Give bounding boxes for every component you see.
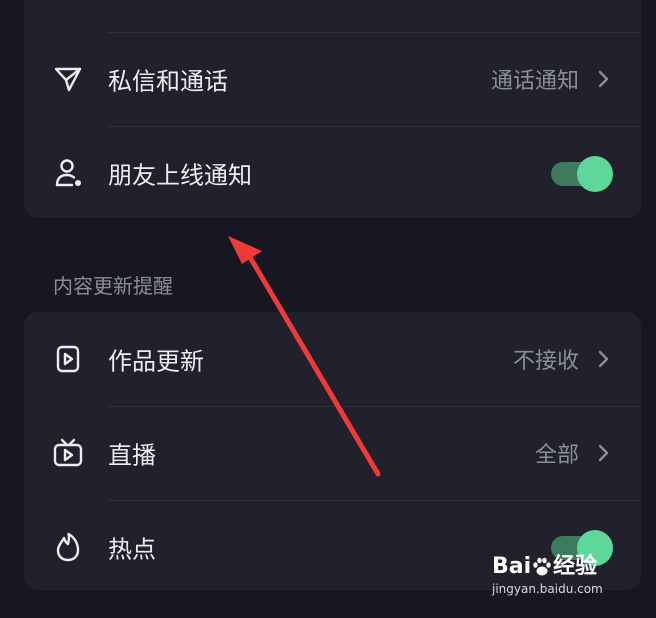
- watermark-brand-right: 经验: [553, 554, 598, 579]
- chevron-right-icon: [595, 67, 611, 91]
- watermark-url: jingyan.baidu.com: [492, 582, 603, 596]
- row-direct-messages-calls[interactable]: 私信和通话 通话通知: [24, 32, 641, 126]
- toggle-knob: [577, 156, 613, 192]
- row-label: 朋友上线通知: [108, 161, 252, 190]
- row-value: 不接收: [512, 349, 579, 374]
- row-label: 私信和通话: [108, 67, 228, 96]
- row-value: 通话通知: [490, 69, 579, 94]
- row-label: 热点: [108, 535, 156, 564]
- row-label: 作品更新: [108, 347, 204, 376]
- row-friend-online: 朋友上线通知: [24, 126, 641, 220]
- baidu-jingyan-watermark: Bai 经验 jingyan.baidu.com: [492, 548, 618, 606]
- watermark-brand: Bai 经验: [492, 548, 597, 580]
- row-live[interactable]: 直播 全部: [24, 406, 641, 500]
- chevron-right-icon: [595, 441, 611, 465]
- paper-plane-icon: [52, 63, 84, 95]
- notification-settings-page: 私信和通话 通话通知 朋友上线通知 内容更新提醒 作品更新 不接收 直播 全部 …: [0, 0, 656, 618]
- chevron-right-icon: [595, 347, 611, 371]
- row-works-update[interactable]: 作品更新 不接收: [24, 312, 641, 406]
- row-label: 直播: [108, 441, 156, 470]
- section-header-content-updates: 内容更新提醒: [53, 274, 173, 298]
- settings-card-messages: 私信和通话 通话通知 朋友上线通知: [24, 0, 641, 218]
- row-value: 全部: [534, 443, 579, 468]
- video-play-icon: [52, 343, 84, 375]
- tv-live-icon: [52, 437, 84, 469]
- flame-icon: [52, 531, 84, 563]
- user-online-icon: [52, 157, 84, 189]
- watermark-brand-left: Bai: [492, 554, 532, 579]
- friend-online-toggle[interactable]: [551, 156, 613, 192]
- baidu-paw-icon: [533, 557, 551, 576]
